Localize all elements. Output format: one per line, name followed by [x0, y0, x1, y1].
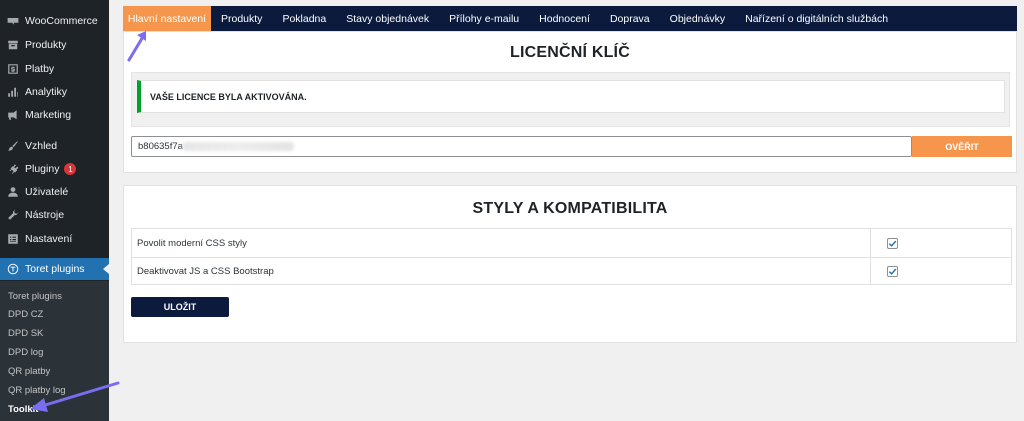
menu-item-label: Analytiky [25, 86, 68, 98]
brush-icon [6, 139, 20, 153]
menu-item-pluginy[interactable]: Pluginy 1 [0, 158, 109, 180]
tab-objednavky[interactable]: Objednávky [660, 6, 735, 31]
settings-tab-bar: Hlavní nastavení Produkty Pokladna Stavy… [123, 6, 1017, 31]
admin-sidebar: WooCommerce Produkty Platby Analytiky Ma… [0, 0, 109, 421]
menu-item-uzivatele[interactable]: Uživatelé [0, 181, 109, 203]
styles-panel: STYLY A KOMPATIBILITA Povolit moderní CS… [123, 185, 1017, 343]
license-title: LICENČNÍ KLÍČ [510, 44, 630, 61]
menu-item-analytiky[interactable]: Analytiky [0, 81, 109, 103]
save-button[interactable]: ULOŽIT [131, 297, 229, 317]
tab-doprava[interactable]: Doprava [600, 6, 660, 31]
menu-item-label: Uživatelé [25, 186, 69, 198]
checkmark-icon [888, 268, 897, 275]
tab-hlavni-nastaveni[interactable]: Hlavní nastavení [123, 6, 211, 31]
menu-item-label: Toret plugins [25, 263, 85, 275]
notice-container: VAŠE LICENCE BYLA AKTIVOVÁNA. [131, 72, 1010, 127]
menu-item-label: Nástroje [25, 209, 65, 221]
tab-prilohy-e-mailu[interactable]: Přílohy e-mailu [439, 6, 529, 31]
checkmark-icon [888, 240, 897, 247]
user-icon [6, 185, 20, 199]
menu-item-label: Platby [25, 63, 55, 75]
tab-narizeni-o-digitalnich-sluzbach[interactable]: Nařízení o digitálních službách [735, 6, 898, 31]
tab-pokladna[interactable]: Pokladna [272, 6, 336, 31]
tab-hodnoceni[interactable]: Hodnocení [529, 6, 600, 31]
submenu-item-qr-platby-log[interactable]: QR platby log [8, 382, 66, 398]
toret-icon [6, 262, 20, 276]
plug-icon [6, 162, 20, 176]
settings-icon [6, 232, 20, 246]
submenu-item-dpd-cz[interactable]: DPD CZ [8, 306, 43, 322]
menu-item-label: Produkty [25, 39, 67, 51]
disable-bootstrap-checkbox[interactable] [887, 266, 898, 277]
dollar-icon [6, 62, 20, 76]
submenu-item-dpd-log[interactable]: DPD log [8, 344, 43, 360]
submenu-item-toret-plugins[interactable]: Toret plugins [8, 288, 62, 304]
menu-item-label: Marketing [25, 109, 72, 121]
license-key-redaction [182, 142, 294, 151]
table-row: Deaktivovat JS a CSS Bootstrap [132, 257, 1011, 285]
megaphone-icon [6, 108, 20, 122]
menu-item-nastaveni[interactable]: Nastavení [0, 228, 109, 250]
menu-item-label: Nastavení [25, 233, 73, 245]
update-count-badge: 1 [64, 163, 77, 175]
styles-title: STYLY A KOMPATIBILITA [472, 200, 668, 217]
submenu-item-dpd-sk[interactable]: DPD SK [8, 325, 43, 341]
option-label: Deaktivovat JS a CSS Bootstrap [132, 258, 871, 285]
menu-item-toret-plugins[interactable]: Toret plugins [0, 258, 109, 280]
table-row: Povolit moderní CSS styly [132, 229, 1011, 257]
submenu-item-toolkit[interactable]: Toolkit [8, 401, 38, 417]
tab-stavy-objednavek[interactable]: Stavy objednávek [336, 6, 439, 31]
menu-item-produkty[interactable]: Produkty [0, 34, 109, 56]
submenu-item-qr-platby[interactable]: QR platby [8, 363, 50, 379]
modern-css-checkbox[interactable] [887, 237, 898, 249]
menu-item-marketing[interactable]: Marketing [0, 104, 109, 126]
verify-button[interactable]: OVĚŘIT [912, 136, 1012, 157]
menu-item-label: WooCommerce [25, 15, 98, 27]
menu-item-nastroje[interactable]: Nástroje [0, 204, 109, 226]
wrench-icon [6, 208, 20, 222]
menu-item-vzhled[interactable]: Vzhled [0, 135, 109, 157]
option-label: Povolit moderní CSS styly [132, 229, 871, 257]
woo-icon [6, 14, 20, 28]
archive-icon [6, 38, 20, 52]
license-panel: LICENČNÍ KLÍČ VAŠE LICENCE BYLA AKTIVOVÁ… [123, 31, 1017, 173]
chart-bar-icon [6, 85, 20, 99]
menu-item-label: Vzhled [25, 140, 58, 152]
menu-item-platby[interactable]: Platby [0, 58, 109, 80]
tab-produkty[interactable]: Produkty [211, 6, 272, 31]
license-activated-notice: VAŠE LICENCE BYLA AKTIVOVÁNA. [137, 80, 1005, 113]
toret-submenu: Toret plugins DPD CZ DPD SK DPD log QR p… [0, 281, 109, 421]
settings-table: Povolit moderní CSS styly Deaktivovat JS… [131, 228, 1012, 285]
menu-item-label: Pluginy [25, 163, 60, 175]
menu-item-woocommerce[interactable]: WooCommerce [0, 10, 109, 32]
